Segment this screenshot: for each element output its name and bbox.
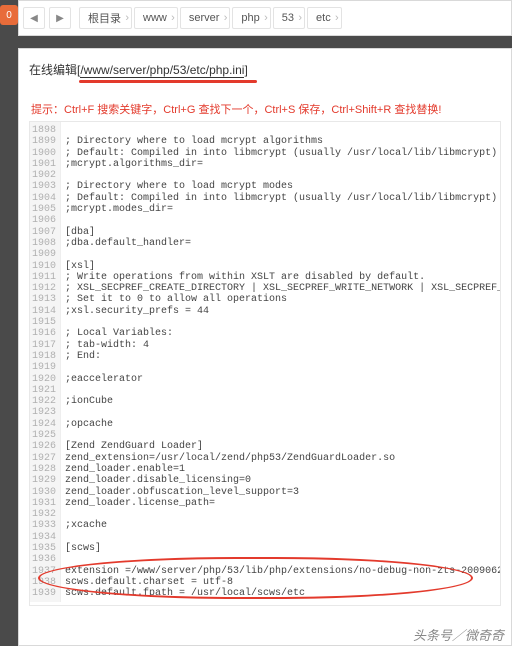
hint-text: 提示：Ctrl+F 搜索关键字，Ctrl+G 查找下一个，Ctrl+S 保存，C… xyxy=(31,101,501,117)
breadcrumb-item-www[interactable]: www xyxy=(134,7,178,29)
line-gutter: 1898 1899 1900 1901 1902 1903 1904 1905 … xyxy=(30,122,61,602)
breadcrumb-item-etc[interactable]: etc xyxy=(307,7,342,29)
notification-badge: 0 xyxy=(0,5,18,25)
nav-back-button[interactable]: ◀ xyxy=(23,7,45,29)
underline-annotation xyxy=(79,80,257,83)
breadcrumb: 根目录 www server php 53 etc xyxy=(79,7,344,29)
breadcrumb-item-server[interactable]: server xyxy=(180,7,231,29)
watermark: 头条号／微奇奇 xyxy=(413,625,504,644)
code-content[interactable]: ; Directory where to load mcrypt algorit… xyxy=(61,122,501,602)
code-editor[interactable]: 1898 1899 1900 1901 1902 1903 1904 1905 … xyxy=(29,121,501,606)
breadcrumb-bar: ◀ ▶ 根目录 www server php 53 etc xyxy=(18,0,512,36)
breadcrumb-item-root[interactable]: 根目录 xyxy=(79,7,132,29)
file-path-link[interactable]: /www/server/php/53/etc/php.ini xyxy=(80,63,244,78)
page-title: 在线编辑[/www/server/php/53/etc/php.ini] xyxy=(29,61,501,78)
editor-panel: 在线编辑[/www/server/php/53/etc/php.ini] 提示：… xyxy=(18,48,512,646)
breadcrumb-item-php[interactable]: php xyxy=(232,7,270,29)
nav-forward-button[interactable]: ▶ xyxy=(49,7,71,29)
breadcrumb-item-53[interactable]: 53 xyxy=(273,7,305,29)
